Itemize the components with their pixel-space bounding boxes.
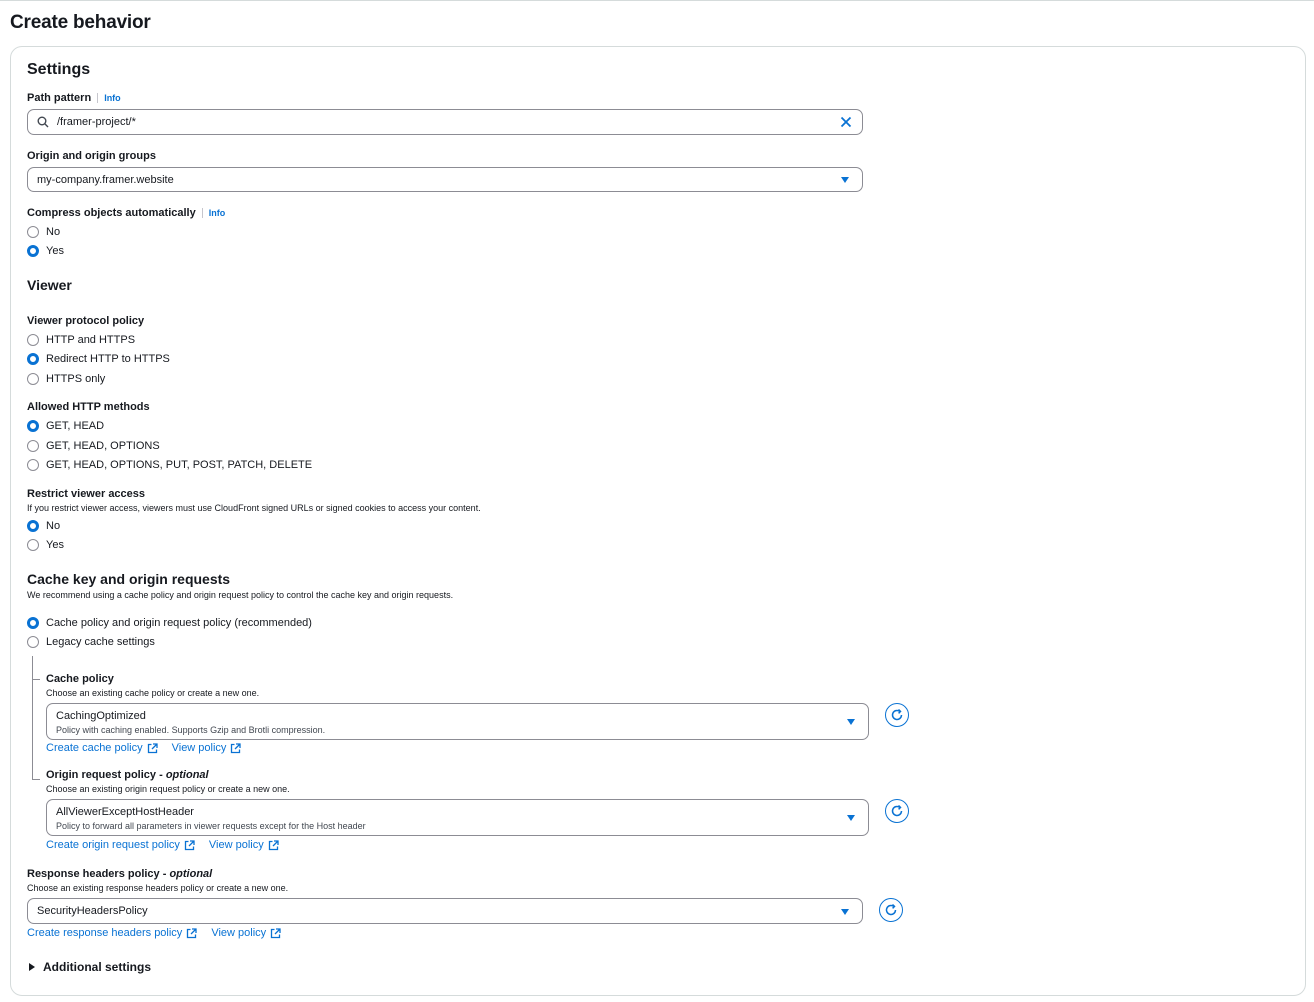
origin-request-policy-description: Choose an existing origin request policy… <box>46 784 290 794</box>
radio-icon[interactable] <box>27 459 39 471</box>
view-response-headers-policy-link[interactable]: View policy <box>211 927 281 939</box>
view-origin-request-policy-link[interactable]: View policy <box>209 839 279 851</box>
create-response-headers-policy-link[interactable]: Create response headers policy <box>27 927 197 939</box>
radio-icon[interactable] <box>27 334 39 346</box>
path-pattern-label: Path pattern <box>27 92 92 104</box>
radio-selected-icon[interactable] <box>27 420 39 432</box>
protocol-option-http-https[interactable]: HTTP and HTTPS <box>27 334 135 346</box>
viewer-protocol-label: Viewer protocol policy <box>27 315 145 327</box>
cache-option-legacy[interactable]: Legacy cache settings <box>27 636 155 648</box>
external-link-icon <box>147 742 158 753</box>
path-pattern-input[interactable]: /framer-project/* <box>27 109 863 135</box>
origin-request-policy-links: Create origin request policy View policy <box>46 839 279 851</box>
allowed-methods-label: Allowed HTTP methods <box>27 401 150 413</box>
radio-icon[interactable] <box>27 373 39 385</box>
path-pattern-value: /framer-project/* <box>57 116 136 128</box>
methods-option-all[interactable]: GET, HEAD, OPTIONS, PUT, POST, PATCH, DE… <box>27 459 312 471</box>
origin-value: my-company.framer.website <box>37 174 174 186</box>
radio-selected-icon[interactable] <box>27 520 39 532</box>
origin-request-policy-select[interactable]: AllViewerExceptHostHeader Policy to forw… <box>46 799 869 836</box>
origin-request-policy-value-description: Policy to forward all parameters in view… <box>56 821 366 831</box>
compress-label-row: Compress objects automatically Info <box>27 207 225 219</box>
cache-policy-links: Create cache policy View policy <box>46 742 242 754</box>
radio-selected-icon[interactable] <box>27 245 39 257</box>
external-link-icon <box>268 839 279 850</box>
cache-policy-label: Cache policy <box>46 673 114 685</box>
methods-option-get-head[interactable]: GET, HEAD <box>27 420 104 432</box>
radio-icon[interactable] <box>27 226 39 238</box>
cache-policy-description: Choose an existing cache policy or creat… <box>46 688 260 698</box>
origin-select[interactable]: my-company.framer.website <box>27 167 863 192</box>
methods-option-get-head-options[interactable]: GET, HEAD, OPTIONS <box>27 440 160 452</box>
tree-line <box>32 656 33 780</box>
cache-heading: Cache key and origin requests <box>27 571 231 587</box>
restrict-option-no[interactable]: No <box>27 520 60 532</box>
radio-selected-icon[interactable] <box>27 617 39 629</box>
view-cache-policy-link[interactable]: View policy <box>172 742 242 754</box>
cache-policy-value: CachingOptimized <box>56 710 146 722</box>
additional-settings-toggle[interactable]: Additional settings <box>29 960 151 974</box>
page-title: Create behavior <box>10 12 151 33</box>
caret-right-icon <box>29 963 35 971</box>
top-divider <box>0 0 1314 1</box>
external-link-icon <box>231 742 242 753</box>
radio-selected-icon[interactable] <box>27 353 39 365</box>
origin-label: Origin and origin groups <box>27 150 156 162</box>
compress-label: Compress objects automatically <box>27 207 196 219</box>
cache-policy-value-description: Policy with caching enabled. Supports Gz… <box>56 725 326 735</box>
additional-settings-label: Additional settings <box>43 960 151 974</box>
clear-icon[interactable] <box>840 116 852 131</box>
origin-request-policy-label: Origin request policy - optional <box>46 769 209 781</box>
radio-icon[interactable] <box>27 539 39 551</box>
path-pattern-info-link[interactable]: Info <box>97 93 121 103</box>
create-origin-request-policy-link[interactable]: Create origin request policy <box>46 839 195 851</box>
chevron-down-icon <box>841 177 849 183</box>
external-link-icon <box>184 839 195 850</box>
cache-option-policy[interactable]: Cache policy and origin request policy (… <box>27 617 312 629</box>
refresh-cache-policy-button[interactable] <box>885 703 909 727</box>
response-headers-policy-select[interactable]: SecurityHeadersPolicy <box>27 898 863 924</box>
radio-icon[interactable] <box>27 440 39 452</box>
path-pattern-label-row: Path pattern Info <box>27 92 121 104</box>
viewer-heading: Viewer <box>27 277 72 293</box>
compress-info-link[interactable]: Info <box>201 208 225 218</box>
create-cache-policy-link[interactable]: Create cache policy <box>46 742 158 754</box>
compress-option-yes[interactable]: Yes <box>27 245 64 257</box>
restrict-option-yes[interactable]: Yes <box>27 539 64 551</box>
refresh-icon <box>891 708 903 721</box>
response-headers-policy-label: Response headers policy - optional <box>27 868 213 880</box>
refresh-origin-request-policy-button[interactable] <box>885 799 909 823</box>
chevron-down-icon <box>841 909 849 915</box>
origin-request-policy-value: AllViewerExceptHostHeader <box>56 806 194 818</box>
chevron-down-icon <box>847 815 855 821</box>
response-headers-policy-value: SecurityHeadersPolicy <box>37 905 148 917</box>
search-icon <box>37 116 49 131</box>
restrict-viewer-label: Restrict viewer access <box>27 488 146 500</box>
refresh-response-headers-policy-button[interactable] <box>879 898 903 922</box>
cache-description: We recommend using a cache policy and or… <box>27 590 454 600</box>
external-link-icon <box>187 927 197 938</box>
compress-option-no[interactable]: No <box>27 226 60 238</box>
restrict-viewer-description: If you restrict viewer access, viewers m… <box>27 503 481 513</box>
radio-icon[interactable] <box>27 636 39 648</box>
tree-branch <box>32 679 40 680</box>
protocol-option-redirect[interactable]: Redirect HTTP to HTTPS <box>27 353 170 365</box>
external-link-icon <box>270 927 281 938</box>
tree-branch <box>32 779 40 780</box>
refresh-icon <box>885 903 897 916</box>
protocol-option-https-only[interactable]: HTTPS only <box>27 373 105 385</box>
refresh-icon <box>891 804 903 817</box>
response-headers-policy-links: Create response headers policy View poli… <box>27 927 281 939</box>
response-headers-policy-description: Choose an existing response headers poli… <box>27 883 289 893</box>
settings-heading: Settings <box>27 61 91 78</box>
cache-policy-select[interactable]: CachingOptimized Policy with caching ena… <box>46 703 869 740</box>
chevron-down-icon <box>847 719 855 725</box>
